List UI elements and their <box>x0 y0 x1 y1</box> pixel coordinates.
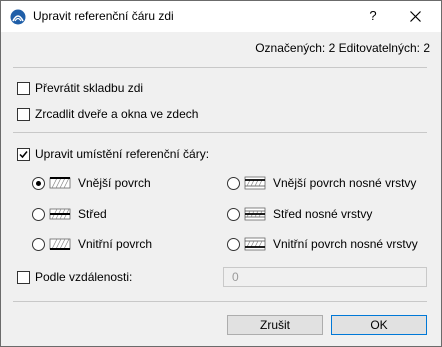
radio-button[interactable] <box>227 177 240 190</box>
radio-button[interactable] <box>32 208 45 221</box>
close-icon <box>409 11 421 23</box>
radio-button[interactable] <box>32 238 45 251</box>
core-center-icon <box>244 207 266 221</box>
help-button[interactable]: ? <box>361 5 385 27</box>
radio-button[interactable] <box>32 177 45 190</box>
adjust-reference-line-label: Upravit umístění referenční čáry: <box>35 147 210 161</box>
flip-structure-label: Převrátit skladbu zdi <box>35 81 144 95</box>
distance-label: Podle vzdálenosti: <box>35 270 133 284</box>
title-bar: Upravit referenční čáru zdi ? <box>1 1 441 32</box>
core-exterior-face-icon <box>244 176 266 190</box>
radio-label: Střed nosné vrstvy <box>273 207 373 221</box>
core-interior-face-icon <box>244 237 266 251</box>
archicad-app-icon <box>10 9 26 25</box>
ok-button[interactable]: OK <box>331 315 427 335</box>
radio-label: Vnitřní povrch nosné vrstvy <box>273 237 418 251</box>
distance-input[interactable]: 0 <box>223 267 427 287</box>
wall-exterior-face-icon <box>49 177 71 189</box>
radio-label: Vnitřní povrch <box>78 237 153 251</box>
divider <box>13 301 427 302</box>
distance-checkbox[interactable] <box>17 271 30 284</box>
mirror-openings-checkbox[interactable] <box>17 108 30 121</box>
cancel-button[interactable]: Zrušit <box>227 315 323 335</box>
adjust-reference-line-checkbox[interactable] <box>17 148 30 161</box>
wall-interior-face-icon <box>49 238 71 250</box>
selection-count: Označených: 2 Editovatelných: 2 <box>255 41 430 55</box>
radio-button[interactable] <box>227 208 240 221</box>
radio-label: Vnější povrch nosné vrstvy <box>273 176 417 190</box>
divider <box>13 67 427 68</box>
radio-label: Vnější povrch <box>78 176 151 190</box>
dialog-title: Upravit referenční čáru zdi <box>33 9 174 23</box>
divider <box>13 132 427 133</box>
close-button[interactable] <box>403 5 427 27</box>
mirror-openings-label: Zrcadlit dveře a okna ve zdech <box>35 107 199 121</box>
edit-reference-line-dialog: Upravit referenční čáru zdi ? Označených… <box>0 0 442 347</box>
radio-label: Střed <box>78 207 107 221</box>
radio-button[interactable] <box>227 238 240 251</box>
flip-structure-checkbox[interactable] <box>17 82 30 95</box>
checkmark-icon <box>19 151 28 159</box>
wall-center-icon <box>49 208 71 220</box>
